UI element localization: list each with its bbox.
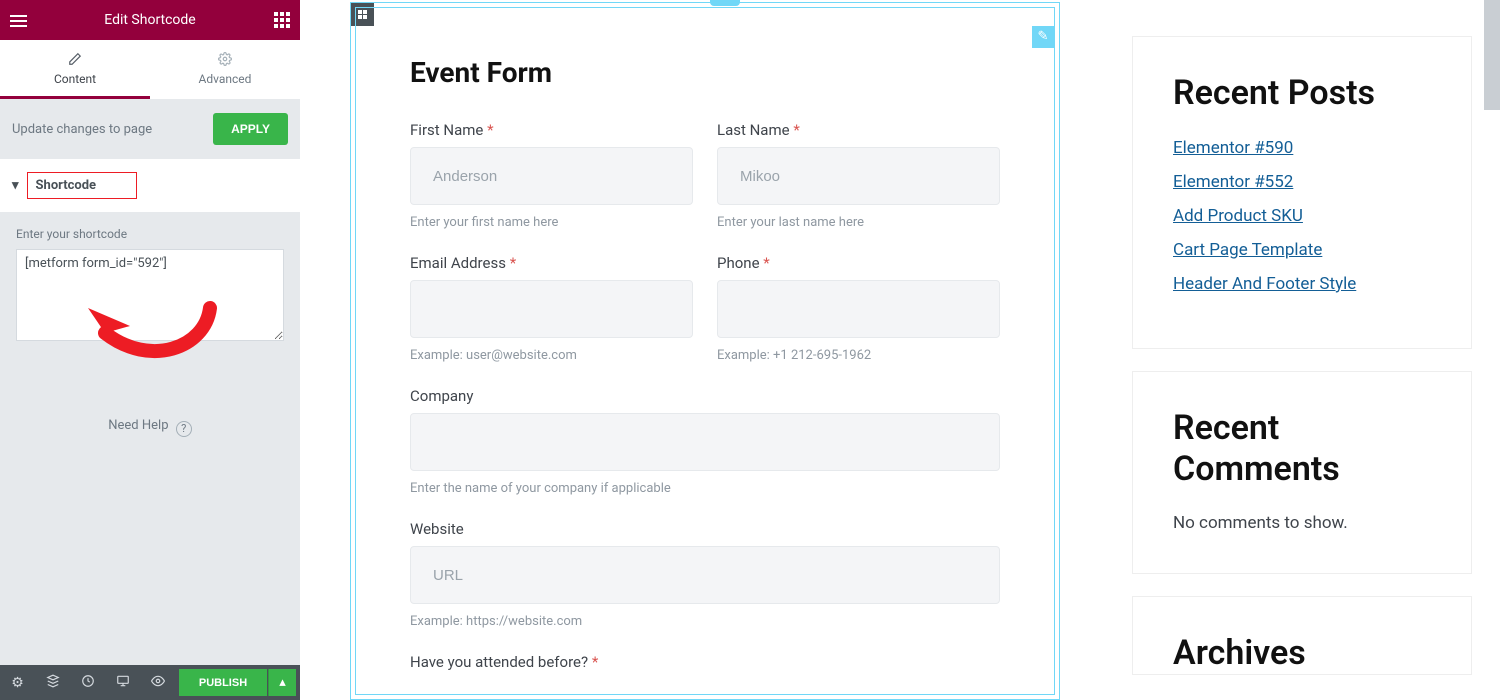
preview-icon[interactable] <box>140 674 175 692</box>
shortcode-field: Enter your shortcode <span class="scspel… <box>0 213 300 358</box>
scrollbar[interactable] <box>1484 0 1500 110</box>
phone-hint: Example: +1 212-695-1962 <box>717 348 1000 363</box>
caret-down-icon: ▾ <box>12 178 19 193</box>
phone-label: Phone * <box>717 254 1000 272</box>
responsive-icon[interactable] <box>105 674 140 692</box>
panel-title: Edit Shortcode <box>104 12 196 28</box>
tab-advanced[interactable]: Advanced <box>150 40 300 99</box>
attended-label: Have you attended before? * <box>410 653 1000 671</box>
no-comments-text: No comments to show. <box>1173 513 1431 533</box>
page-sidebar: Recent Posts Elementor #590 Elementor #5… <box>1132 36 1472 697</box>
phone-input[interactable] <box>717 280 1000 338</box>
help-icon: ? <box>176 421 192 437</box>
email-label: Email Address * <box>410 254 693 272</box>
website-hint: Example: https://website.com <box>410 614 1000 629</box>
shortcode-input[interactable]: <span class="scspell">[metform</span> <s… <box>16 249 284 341</box>
company-label: Company <box>410 387 1000 405</box>
recent-posts-card: Recent Posts Elementor #590 Elementor #5… <box>1132 36 1472 349</box>
history-icon[interactable] <box>70 674 105 692</box>
selected-section[interactable]: Event Form First Name * Enter your first… <box>350 2 1060 700</box>
tab-content[interactable]: Content <box>0 40 150 99</box>
apply-button[interactable]: APPLY <box>213 113 288 145</box>
publish-button[interactable]: PUBLISH <box>179 669 267 696</box>
tab-advanced-label: Advanced <box>199 72 252 86</box>
navigator-icon[interactable] <box>35 674 70 692</box>
need-help[interactable]: Need Help ? <box>0 418 300 434</box>
apply-row: Update changes to page APPLY <box>0 99 300 159</box>
archives-title: Archives <box>1173 633 1431 674</box>
email-hint: Example: user@website.com <box>410 348 693 363</box>
first-name-input[interactable] <box>410 147 693 205</box>
pencil-icon <box>68 52 82 66</box>
last-name-label: Last Name * <box>717 121 1000 139</box>
company-input[interactable] <box>410 413 1000 471</box>
preview-canvas: ✎ Event Form First Name * Enter your fir… <box>300 0 1500 700</box>
post-link[interactable]: Header And Footer Style <box>1173 274 1431 294</box>
first-name-label: First Name * <box>410 121 693 139</box>
bottom-bar: ⚙ PUBLISH ▴ <box>0 665 300 700</box>
update-changes-text: Update changes to page <box>12 122 152 137</box>
last-name-hint: Enter your last name here <box>717 215 1000 230</box>
shortcode-label: Enter your shortcode <box>16 227 284 241</box>
tab-content-label: Content <box>54 72 96 86</box>
section-shortcode[interactable]: ▾ Shortcode <box>0 159 300 213</box>
recent-comments-title: Recent Comments <box>1173 408 1431 490</box>
email-input[interactable] <box>410 280 693 338</box>
form-title: Event Form <box>410 56 1000 89</box>
post-link[interactable]: Elementor #552 <box>1173 172 1431 192</box>
panel-tabs: Content Advanced <box>0 40 300 99</box>
company-hint: Enter the name of your company if applic… <box>410 481 1000 496</box>
settings-icon[interactable]: ⚙ <box>0 675 35 691</box>
post-link[interactable]: Add Product SKU <box>1173 206 1431 226</box>
publish-options[interactable]: ▴ <box>268 669 296 696</box>
recent-comments-card: Recent Comments No comments to show. <box>1132 371 1472 575</box>
apps-icon[interactable] <box>274 12 290 28</box>
archives-card: Archives <box>1132 596 1472 675</box>
shortcode-widget[interactable]: Event Form First Name * Enter your first… <box>355 7 1055 695</box>
website-label: Website <box>410 520 1000 538</box>
website-input[interactable] <box>410 546 1000 604</box>
need-help-label: Need Help <box>108 418 168 433</box>
post-link[interactable]: Elementor #590 <box>1173 138 1431 158</box>
post-link[interactable]: Cart Page Template <box>1173 240 1431 260</box>
editor-panel: Edit Shortcode Content Advanced Update c… <box>0 0 300 700</box>
gear-icon <box>218 52 232 66</box>
hamburger-icon[interactable] <box>10 12 27 30</box>
first-name-hint: Enter your first name here <box>410 215 693 230</box>
panel-header: Edit Shortcode <box>0 0 300 40</box>
section-label: Shortcode <box>27 172 138 199</box>
last-name-input[interactable] <box>717 147 1000 205</box>
recent-posts-title: Recent Posts <box>1173 73 1431 114</box>
